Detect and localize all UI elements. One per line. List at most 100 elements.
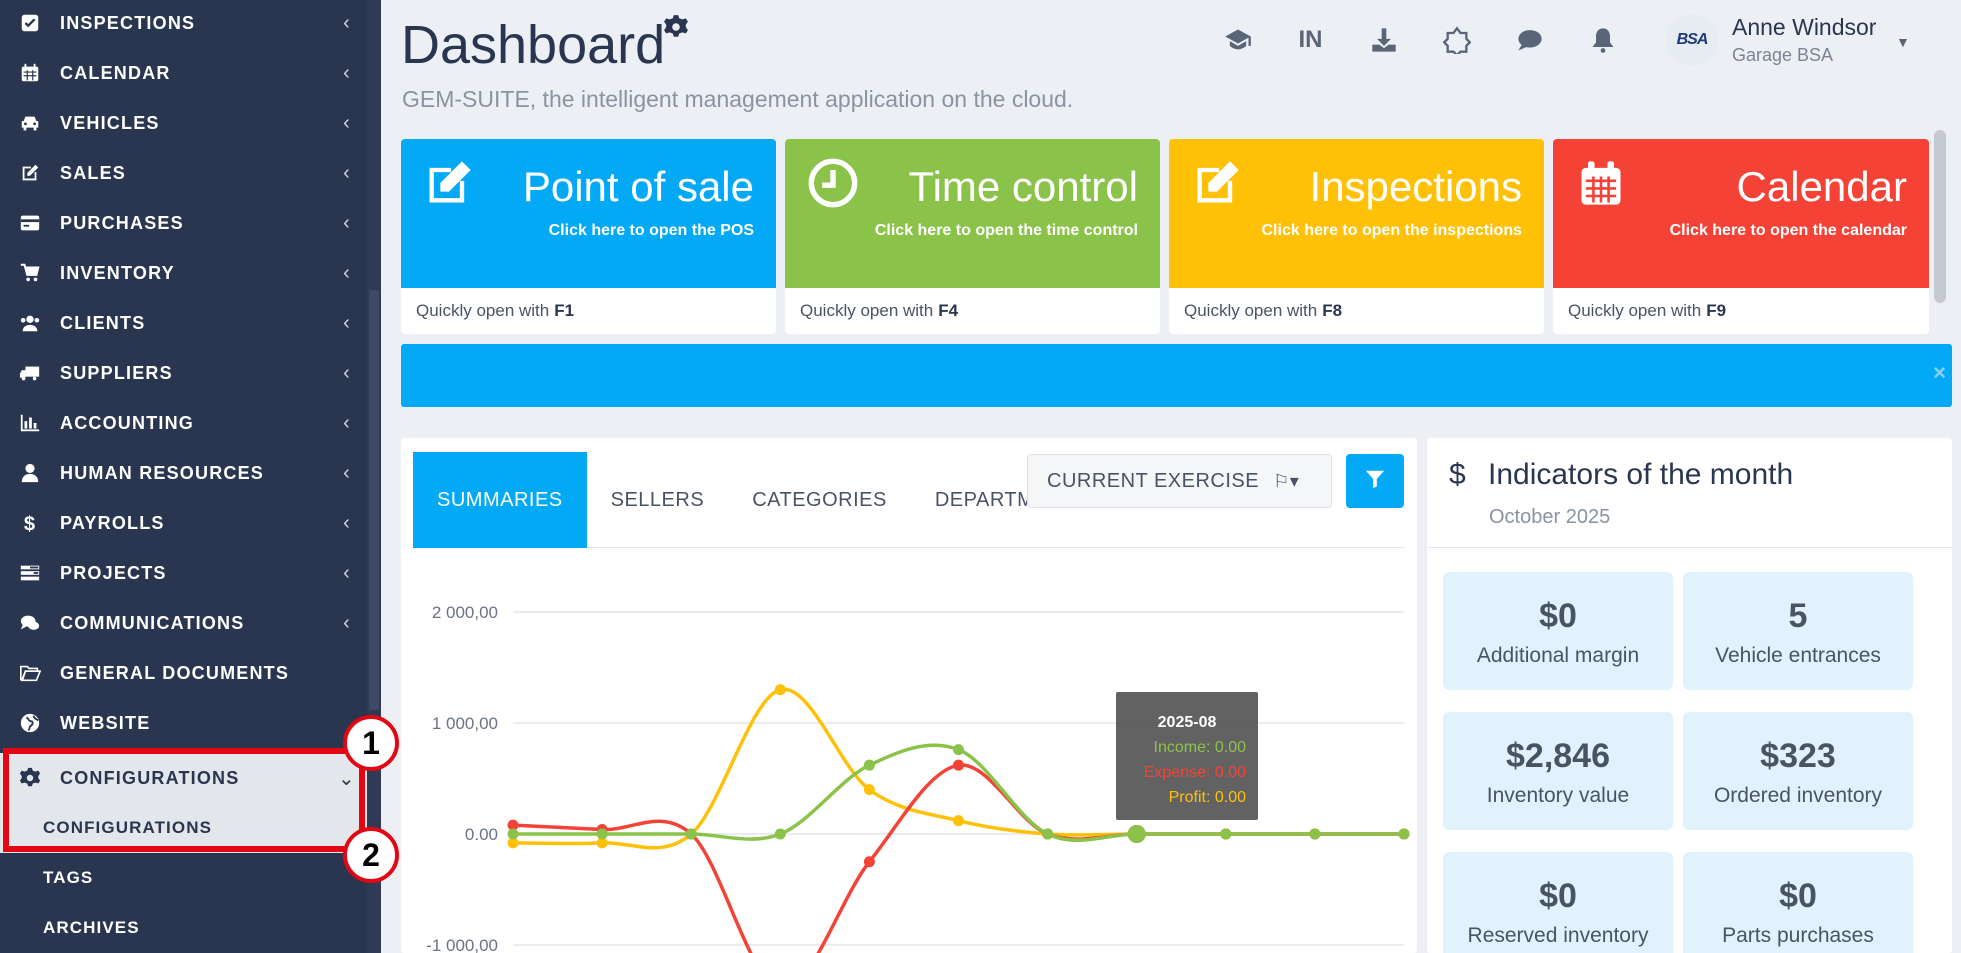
- tile-inspections[interactable]: Inspections Click here to open the inspe…: [1169, 139, 1544, 334]
- tile-calendar[interactable]: Calendar Click here to open the calendar…: [1553, 139, 1929, 334]
- tooltip-expense: Expense: 0.00: [1143, 764, 1246, 781]
- chevron-left-icon: ‹: [343, 611, 351, 634]
- data-point[interactable]: [953, 744, 964, 756]
- tile-link[interactable]: Click here to open the POS: [549, 222, 754, 240]
- chevron-left-icon: ‹: [343, 61, 351, 84]
- top-toolbar: IN: [1201, 22, 1639, 58]
- indicators-panel: $ Indicators of the month October 2025 $…: [1427, 438, 1952, 953]
- indicator-value: $0: [1779, 877, 1817, 915]
- chevron-left-icon: ‹: [343, 511, 351, 534]
- sidebar-item-purchases[interactable]: PURCHASES ‹: [0, 198, 367, 248]
- sidebar-item-suppliers[interactable]: SUPPLIERS ‹: [0, 348, 367, 398]
- sidebar-item-human-resources[interactable]: HUMAN RESOURCES ‹: [0, 448, 367, 498]
- sidebar-item-website[interactable]: WEBSITE: [0, 698, 367, 748]
- user-menu[interactable]: BSA Anne Windsor Garage BSA ▼: [1666, 14, 1910, 66]
- sidebar-item-communications[interactable]: COMMUNICATIONS ‹: [0, 598, 367, 648]
- sidebar-subitem-archives[interactable]: ARCHIVES: [0, 903, 367, 953]
- data-point[interactable]: [1398, 828, 1410, 840]
- tile-point-of-sale[interactable]: Point of sale Click here to open the POS…: [401, 139, 776, 334]
- tile-shortcut-key: F8: [1322, 301, 1343, 320]
- indicator-label: Parts purchases: [1722, 924, 1874, 947]
- sidebar-item-clients[interactable]: CLIENTS ‹: [0, 298, 367, 348]
- data-point[interactable]: [774, 828, 786, 840]
- indicator-card: $0 Parts purchases: [1683, 852, 1913, 953]
- tab-categories[interactable]: CATEGORIES: [728, 452, 911, 548]
- sidebar-scrollbar[interactable]: [367, 0, 381, 953]
- tile-time-control[interactable]: Time control Click here to open the time…: [785, 139, 1160, 334]
- data-point[interactable]: [685, 828, 697, 840]
- sidebar-item-label: COMMUNICATIONS: [60, 612, 245, 633]
- tooltip-title: 2025-08: [1157, 714, 1217, 731]
- indicator-card: $0 Reserved inventory: [1443, 852, 1673, 953]
- indicator-value: $0: [1539, 597, 1577, 635]
- sidebar-item-sales[interactable]: SALES ‹: [0, 148, 367, 198]
- data-point[interactable]: [596, 828, 608, 840]
- theme-toggle-icon[interactable]: [1420, 22, 1493, 58]
- graduation-cap-icon[interactable]: [1201, 22, 1274, 58]
- data-point[interactable]: [863, 784, 875, 796]
- current-exercise-dropdown[interactable]: CURRENT EXERCISE ⚐▾: [1027, 454, 1332, 508]
- sidebar-subitem-tags[interactable]: TAGS: [0, 853, 367, 903]
- dollar-icon: $: [1449, 458, 1466, 491]
- sidebar-item-inspections[interactable]: INSPECTIONS ‹: [0, 0, 367, 48]
- download-icon[interactable]: [1347, 22, 1420, 58]
- tile-title: Inspections: [1309, 163, 1522, 210]
- data-point[interactable]: [863, 759, 875, 771]
- sidebar-item-general-documents[interactable]: GENERAL DOCUMENTS: [0, 648, 367, 698]
- chart-panel: SUMMARIES SELLERS CATEGORIES DEPARTMENTS…: [401, 438, 1417, 953]
- y-tick-label: 2 000,00: [432, 603, 498, 622]
- tile-link[interactable]: Click here to open the calendar: [1670, 222, 1907, 240]
- gear-icon[interactable]: [663, 14, 689, 40]
- y-tick-label: -1 000,00: [426, 936, 498, 953]
- data-point[interactable]: [1309, 828, 1321, 840]
- tile-link[interactable]: Click here to open the inspections: [1262, 222, 1523, 240]
- close-icon[interactable]: ×: [1933, 360, 1946, 386]
- sidebar-scroll-thumb[interactable]: [369, 290, 379, 710]
- info-banner: ×: [401, 344, 1952, 407]
- data-point[interactable]: [1220, 828, 1232, 840]
- chat-icon[interactable]: [1493, 22, 1566, 58]
- sidebar-item-label: SALES: [60, 162, 127, 183]
- data-point[interactable]: [863, 856, 875, 868]
- checkbox-icon: [0, 12, 60, 34]
- data-point[interactable]: [1042, 828, 1054, 840]
- sidebar-item-label: PURCHASES: [60, 212, 184, 233]
- tile-title: Calendar: [1736, 163, 1907, 210]
- truck-icon: [0, 362, 60, 384]
- sidebar-item-inventory[interactable]: INVENTORY ‹: [0, 248, 367, 298]
- chevron-left-icon: ‹: [343, 111, 351, 134]
- tile-link[interactable]: Click here to open the time control: [875, 222, 1138, 240]
- data-point[interactable]: [1127, 825, 1146, 843]
- caret-down-icon: ▼: [1896, 34, 1910, 50]
- user-company: Garage BSA: [1732, 45, 1834, 65]
- sidebar-item-projects[interactable]: PROJECTS ‹: [0, 548, 367, 598]
- tab-summaries[interactable]: SUMMARIES: [413, 452, 587, 548]
- indicator-value: $323: [1760, 737, 1836, 775]
- data-point[interactable]: [774, 684, 786, 696]
- user-name: Anne Windsor: [1732, 14, 1877, 40]
- avatar: BSA: [1666, 14, 1718, 66]
- indicator-card: $0 Additional margin: [1443, 572, 1673, 690]
- dollar-icon: $: [0, 512, 60, 534]
- bell-icon[interactable]: [1566, 22, 1639, 58]
- filter-button[interactable]: [1346, 454, 1404, 508]
- data-point[interactable]: [953, 815, 964, 827]
- current-exercise-label: CURRENT EXERCISE: [1047, 469, 1260, 492]
- folder-open-icon: [0, 662, 60, 684]
- sidebar-item-calendar[interactable]: CALENDAR ‹: [0, 48, 367, 98]
- data-point[interactable]: [953, 759, 964, 771]
- y-tick-label: 0.00: [465, 825, 498, 844]
- tab-sellers[interactable]: SELLERS: [587, 452, 729, 548]
- svg-text:$: $: [24, 513, 36, 534]
- page-scrollbar-thumb[interactable]: [1934, 130, 1946, 303]
- chevron-left-icon: ‹: [343, 11, 351, 34]
- sidebar-item-label: ACCOUNTING: [60, 412, 194, 433]
- sidebar-item-accounting[interactable]: ACCOUNTING ‹: [0, 398, 367, 448]
- sidebar-item-vehicles[interactable]: VEHICLES ‹: [0, 98, 367, 148]
- data-point[interactable]: [507, 828, 519, 840]
- tooltip-profit: Profit: 0.00: [1168, 789, 1246, 806]
- sidebar-item-payrolls[interactable]: $ PAYROLLS ‹: [0, 498, 367, 548]
- sidebar-item-label: INSPECTIONS: [60, 12, 196, 33]
- language-selector[interactable]: IN: [1274, 22, 1347, 58]
- comments-icon: [0, 612, 60, 634]
